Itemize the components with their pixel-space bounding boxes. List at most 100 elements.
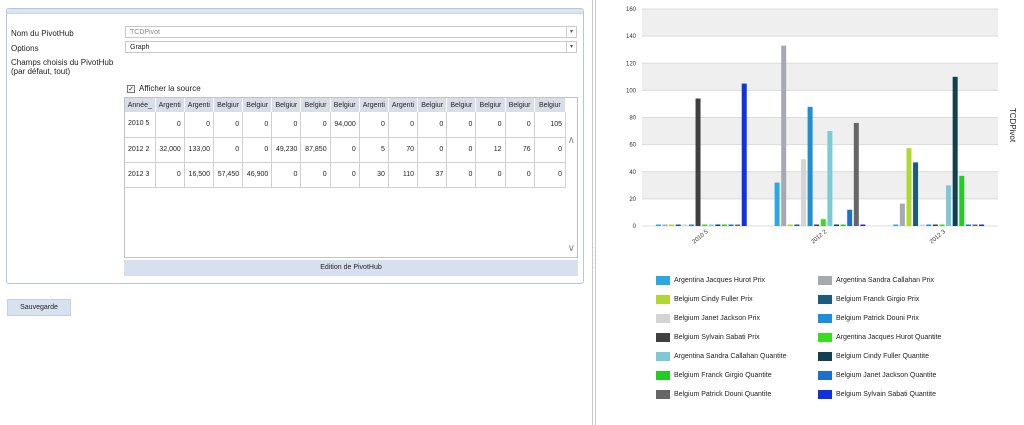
legend-swatch xyxy=(656,352,670,361)
legend-swatch xyxy=(818,390,832,399)
legend-label: Belgium Patrick Douni Quantite xyxy=(674,391,772,398)
table-cell: 0 xyxy=(300,162,331,188)
bar xyxy=(840,224,846,226)
bar xyxy=(952,76,958,226)
column-header[interactable]: Belgiur xyxy=(242,98,273,112)
pivothub-settings-panel: Nom du PivotHub TCDPivot ▾ Options Graph… xyxy=(6,8,584,284)
bar xyxy=(965,224,971,226)
edit-pivothub-button[interactable]: Edition de PivotHub xyxy=(124,260,578,276)
legend-item[interactable]: Belgium Cindy Fuller Prix xyxy=(656,295,753,304)
grid-band xyxy=(642,63,998,91)
pivothub-name-field[interactable]: TCDPivot ▾ xyxy=(125,26,577,38)
legend-swatch xyxy=(818,333,832,342)
y-tick-label: 20 xyxy=(629,197,636,203)
legend-label: Belgium Janet Jackson Prix xyxy=(674,315,760,322)
legend-item[interactable]: Argentina Sandra Callahan Quantite xyxy=(656,352,786,361)
bar xyxy=(801,159,806,226)
bar xyxy=(906,148,912,226)
bar xyxy=(702,224,708,226)
y-tick-label: 120 xyxy=(626,61,637,67)
legend-item[interactable]: Argentina Sandra Callahan Prix xyxy=(818,276,934,285)
legend-item[interactable]: Argentina Jacques Hurot Quantite xyxy=(818,333,941,342)
chevron-down-icon[interactable]: ▾ xyxy=(566,42,576,52)
table-header-row: Année_ Argenti Argenti Belgiur Belgiur Belgiu… xyxy=(125,98,567,112)
legend-label: Argentina Jacques Hurot Quantite xyxy=(836,334,942,341)
table-cell: 0 xyxy=(213,137,244,163)
legend-label: Belgium Janet Jackson Quantite xyxy=(836,372,937,379)
column-header[interactable]: Belgiur xyxy=(534,98,567,112)
chevron-down-icon[interactable]: ▾ xyxy=(566,27,576,37)
legend-item[interactable]: Belgium Patrick Douni Quantite xyxy=(656,390,771,399)
column-header[interactable]: Argenti xyxy=(155,98,185,112)
table-cell: 0 xyxy=(271,112,302,138)
column-header[interactable]: Belgiur xyxy=(330,98,360,112)
table-cell: 0 xyxy=(242,112,273,138)
fields-label: Champs choisis du PivotHub (par défaut, … xyxy=(11,58,113,76)
legend-swatch xyxy=(656,333,670,342)
bar xyxy=(834,224,839,226)
column-header[interactable]: Belgiur xyxy=(213,98,244,112)
pane-splitter[interactable]: · · · · · · xyxy=(592,0,596,425)
options-label: Options xyxy=(11,44,39,53)
bar xyxy=(774,182,780,226)
bar xyxy=(708,224,714,226)
legend-item[interactable]: Belgium Sylvain Sabati Prix xyxy=(656,333,760,342)
legend-swatch xyxy=(656,371,670,380)
bar xyxy=(853,122,859,226)
column-header[interactable]: Argenti xyxy=(359,98,389,112)
options-select[interactable]: Graph ▾ xyxy=(125,41,577,53)
table-cell: 32,000 xyxy=(155,137,185,163)
table-cell: 5 xyxy=(359,137,389,163)
y-axis-label: TCDPivot xyxy=(1008,108,1017,143)
column-header[interactable]: Belgiur xyxy=(300,98,331,112)
legend-item[interactable]: Belgium Cindy Fuller Quantite xyxy=(818,352,929,361)
source-data-grid[interactable]: Année_ Argenti Argenti Belgiur Belgiur Belgiu… xyxy=(124,97,578,258)
bar xyxy=(932,224,938,226)
bar xyxy=(899,203,905,226)
legend-item[interactable]: Belgium Janet Jackson Prix xyxy=(656,314,760,323)
legend-item[interactable]: Belgium Sylvain Sabati Quantite xyxy=(818,390,936,399)
column-header[interactable]: Belgiur xyxy=(475,98,506,112)
table-cell: 87,850 xyxy=(300,137,331,163)
year-cell: 2010 5 xyxy=(125,112,156,138)
table-cell: 76 xyxy=(505,137,535,163)
legend-item[interactable]: Argentina Jacques Hurot Prix xyxy=(656,276,765,285)
splitter-grip-icon[interactable]: · · · · · · xyxy=(593,246,595,282)
y-tick-label: 160 xyxy=(626,7,637,13)
column-header[interactable]: Belgiur xyxy=(417,98,448,112)
legend-label: Belgium Cindy Fuller Quantite xyxy=(836,353,929,360)
column-header[interactable]: Argenti xyxy=(388,98,419,112)
column-header[interactable]: Belgiur xyxy=(505,98,535,112)
bar xyxy=(913,162,919,226)
show-source-checkbox[interactable]: ✓ xyxy=(127,84,135,93)
save-button[interactable]: Sauvegarde xyxy=(7,299,71,316)
table-cell: 0 xyxy=(242,137,273,163)
show-source-row[interactable]: ✓ Afficher la source xyxy=(127,84,201,93)
chart-pane: 0 20 40 60 80 100 120 140 160 2010 5 2012 2 2012 3 T… xyxy=(600,0,1024,425)
legend-item[interactable]: Belgium Patrick Douni Prix xyxy=(818,314,919,323)
legend-swatch xyxy=(818,352,832,361)
column-header[interactable]: Argenti xyxy=(184,98,214,112)
bar xyxy=(675,224,681,226)
bar xyxy=(893,224,899,226)
legend-label: Belgium Franck Girgio Quantite xyxy=(674,372,772,379)
bar xyxy=(669,224,675,226)
scroll-up-icon[interactable]: ∧ xyxy=(568,135,575,146)
legend-item[interactable]: Belgium Franck Girgio Prix xyxy=(818,295,919,304)
legend-item[interactable]: Belgium Franck Girgio Quantite xyxy=(656,371,772,380)
table-row[interactable]: 2012 2 32,000 133,00 0 0 49,230 87,850 0 5 70 0 0 12… xyxy=(125,137,567,163)
bar xyxy=(781,45,787,227)
table-cell: 0 xyxy=(359,112,389,138)
table-cell: 94,000 xyxy=(330,112,360,138)
legend-swatch xyxy=(656,390,670,399)
table-row[interactable]: 2010 5 0 0 0 0 0 0 94,000 0 0 0 0 0 0 105 xyxy=(125,112,567,138)
column-header[interactable]: Belgiur xyxy=(446,98,477,112)
column-header[interactable]: Année_ xyxy=(125,98,156,112)
bar xyxy=(827,131,833,226)
legend-item[interactable]: Belgium Janet Jackson Quantite xyxy=(818,371,936,380)
table-row[interactable]: 2012 3 0 16,500 57,450 46,900 0 0 0 30 110 37 0 0 0 0 xyxy=(125,162,567,188)
bar xyxy=(662,224,668,226)
column-header[interactable]: Belgiur xyxy=(271,98,302,112)
y-tick-label: 140 xyxy=(626,34,637,40)
scroll-down-icon[interactable]: ∨ xyxy=(568,243,575,254)
